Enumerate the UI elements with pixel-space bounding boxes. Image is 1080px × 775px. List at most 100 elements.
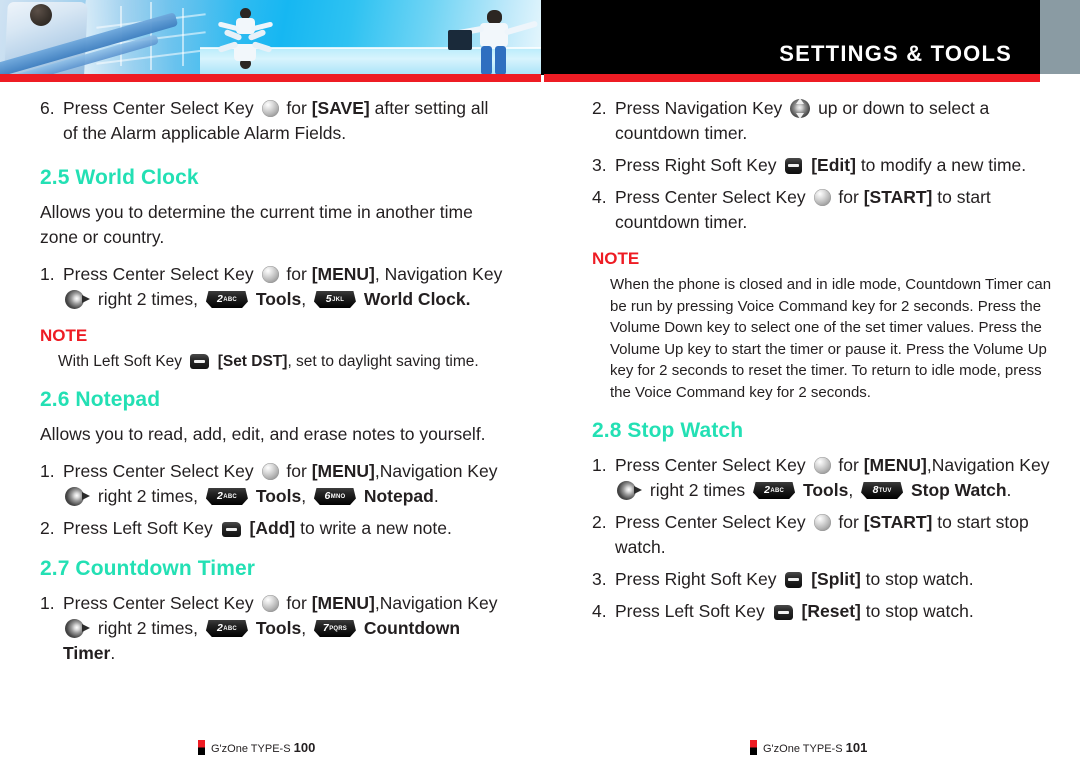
center-select-key-icon (261, 595, 279, 612)
header-red-rule-left (0, 74, 541, 82)
list-number: 6. (40, 98, 55, 118)
text: for (838, 187, 859, 207)
text: Press Right Soft Key (615, 569, 777, 589)
text: to stop watch. (865, 569, 974, 589)
key-label: [START] (863, 512, 933, 532)
key-label: [START] (863, 187, 933, 207)
list-number: 1. (592, 455, 607, 475)
phone-key-2-icon: 2 ABC (205, 488, 248, 505)
menu-label-world-clock: World Clock (363, 289, 466, 309)
list-number: 4. (592, 601, 607, 621)
text: Press Center Select Key (615, 455, 806, 475)
list-number: 1. (40, 264, 55, 284)
key-label: [MENU] (863, 455, 927, 475)
text: right 2 times, (97, 289, 199, 309)
left-soft-key-icon (773, 605, 793, 620)
phone-key-letters: TUV (878, 487, 892, 494)
section-description: Allows you to read, add, edit, and erase… (40, 424, 486, 444)
note-body: When the phone is closed and in idle mod… (610, 276, 1052, 401)
text: for (286, 98, 307, 118)
text: , (848, 480, 854, 500)
footer-bullet-icon (750, 740, 757, 755)
key-label: [Split] (811, 569, 861, 589)
page-banner: SETTINGS & TOOLS (0, 0, 1080, 75)
navigation-key-right-icon (65, 619, 91, 638)
menu-label-stop-watch: Stop Watch (910, 480, 1007, 500)
list-item: 1. Press Center Select Key for [MENU],Na… (40, 459, 506, 509)
page-number: 100 (293, 740, 316, 755)
list-item: 3. Press Right Soft Key [Split] to stop … (592, 567, 1058, 592)
navigation-key-up-down-icon (790, 98, 811, 119)
list-item: 2. Press Center Select Key for [START] t… (592, 510, 1058, 560)
banner-photo (0, 0, 541, 75)
note-heading: NOTE (592, 249, 640, 268)
text: right 2 times, (97, 618, 199, 638)
text: for (838, 512, 859, 532)
phone-key-2-icon: 2 ABC (205, 291, 248, 308)
center-select-key-icon (261, 266, 279, 283)
text: to write a new note. (300, 518, 452, 538)
text: . (465, 289, 471, 309)
navigation-key-right-icon (617, 481, 643, 500)
text: . (1006, 480, 1012, 500)
center-select-key-icon (261, 463, 279, 480)
text: for (286, 461, 307, 481)
right-soft-key-icon (785, 572, 803, 588)
menu-label-tools: Tools (255, 486, 302, 506)
key-label: [SAVE] (311, 98, 370, 118)
text: , (301, 486, 307, 506)
left-soft-key-icon (190, 354, 210, 369)
navigation-key-right-icon (65, 487, 91, 506)
phone-key-letters: ABC (770, 487, 785, 494)
list-number: 3. (592, 155, 607, 175)
phone-key-2-icon: 2 ABC (205, 620, 248, 637)
list-number: 2. (592, 512, 607, 532)
phone-key-letters: ABC (223, 625, 237, 632)
section-description: Allows you to determine the current time… (40, 202, 473, 247)
header-red-rule-right (544, 74, 1040, 82)
footer-bullet-icon (198, 740, 205, 755)
text: Press Center Select Key (615, 187, 806, 207)
phone-key-8-icon: 8 TUV (861, 482, 904, 499)
phone-key-digit: 2 (216, 490, 223, 503)
navigation-key-right-icon (65, 290, 91, 309)
text: ,Navigation Key (374, 461, 498, 481)
key-label: [MENU] (311, 461, 375, 481)
banner-businessman-briefcase (448, 10, 541, 75)
list-item: 1. Press Center Select Key for [MENU], N… (40, 262, 506, 312)
text: Press Center Select Key (63, 98, 254, 118)
section-heading-world-clock: 2.5 World Clock (40, 166, 199, 189)
page-number: 101 (845, 740, 868, 755)
menu-label-notepad: Notepad (363, 486, 434, 506)
text: Press Navigation Key (615, 98, 783, 118)
footer-right: G'zOne TYPE-S 101 (750, 740, 867, 755)
left-soft-key-icon (221, 522, 241, 537)
phone-key-7-icon: 7 PQRS (313, 620, 356, 637)
key-label: [MENU] (311, 593, 375, 613)
text: ,Navigation Key (374, 593, 498, 613)
banner-gray-panel (1040, 0, 1080, 75)
text: , (301, 618, 307, 638)
text: for (286, 264, 307, 284)
phone-key-2-icon: 2 ABC (753, 482, 796, 499)
footer-brand: G'zOne TYPE-S (763, 743, 843, 755)
key-label: [Set DST] (217, 353, 288, 370)
list-number: 1. (40, 593, 55, 613)
menu-label-tools: Tools (255, 618, 302, 638)
list-number: 3. (592, 569, 607, 589)
center-select-key-icon (813, 457, 831, 474)
left-column: 6. Press Center Select Key for [SAVE] af… (40, 96, 506, 673)
list-number: 2. (40, 518, 55, 538)
text: ,Navigation Key (926, 455, 1050, 475)
phone-key-letters: ABC (223, 493, 237, 500)
banner-acrobat-upper (216, 8, 276, 42)
center-select-key-icon (261, 100, 279, 117)
list-number: 2. (592, 98, 607, 118)
phone-key-digit: 2 (216, 622, 223, 635)
key-label: [Add] (249, 518, 296, 538)
text: , Navigation Key (374, 264, 503, 284)
phone-key-digit: 2 (764, 484, 770, 497)
text: to stop watch. (865, 601, 974, 621)
list-item: 1. Press Center Select Key for [MENU],Na… (592, 453, 1058, 503)
phone-key-digit: 2 (216, 293, 223, 306)
